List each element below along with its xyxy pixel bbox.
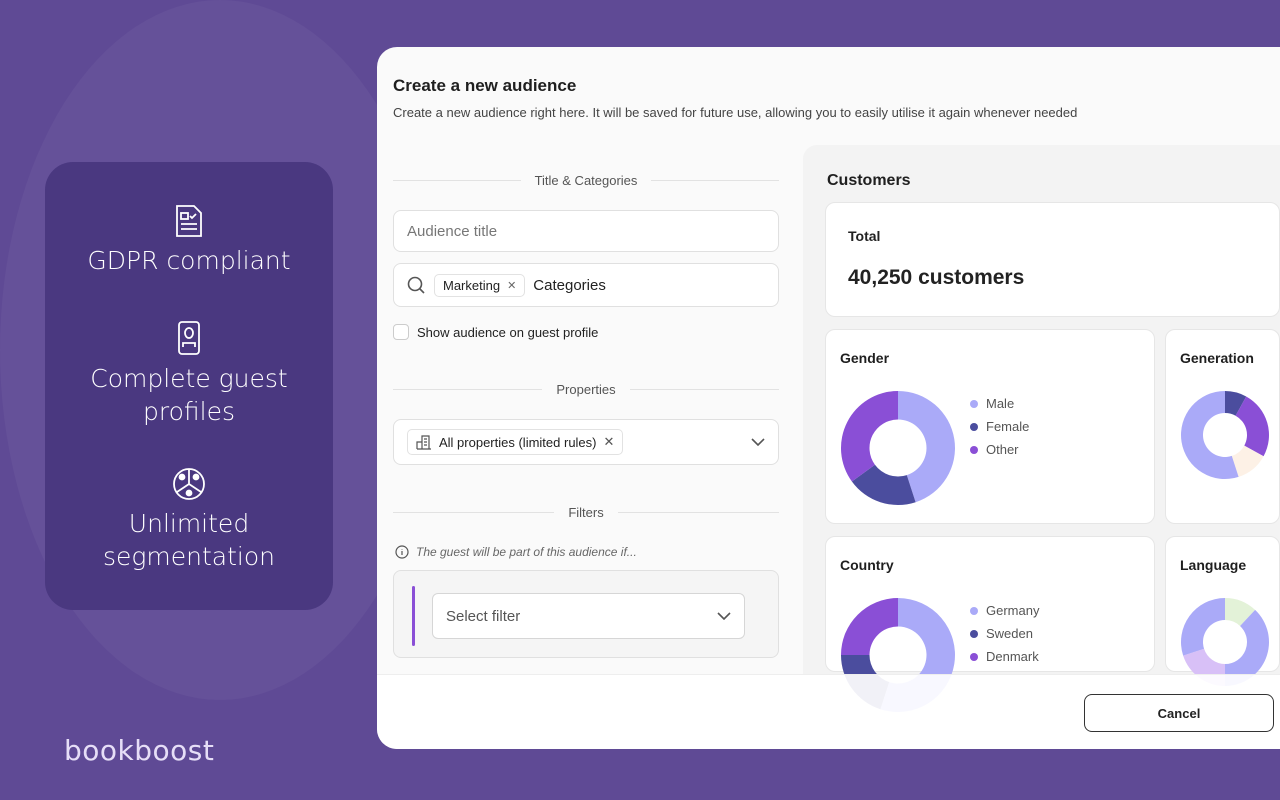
legend-dot: [970, 399, 978, 408]
language-card: Language: [1165, 536, 1280, 686]
create-audience-dialog: Create a new audience Create a new audie…: [377, 47, 1280, 749]
legend-label: Female: [986, 419, 1030, 434]
remove-chip-icon[interactable]: ✕: [604, 434, 615, 450]
show-on-profile-row: Show audience on guest profile: [393, 324, 598, 340]
filters-hint: The guest will be part of this audience …: [395, 545, 637, 559]
chart-legend: Male Female Other: [970, 392, 1029, 461]
total-value: 40,250 customers: [848, 266, 1025, 289]
guest-profile-icon: [178, 321, 200, 355]
gender-card: Gender Male Female Other: [825, 329, 1155, 524]
section-label: Properties: [556, 382, 616, 397]
feature-profiles: Complete guest profiles: [45, 320, 333, 428]
filter-accent-bar: [412, 586, 415, 646]
legend-item: Female: [970, 415, 1029, 438]
filter-group: Select filter: [393, 570, 779, 658]
legend-item: Male: [970, 392, 1029, 415]
chevron-down-icon: [717, 612, 731, 620]
legend-dot: [970, 445, 978, 454]
document-check-icon: [176, 205, 202, 237]
feature-label: GDPR compliant: [87, 246, 291, 275]
generation-card: Generation: [1165, 329, 1280, 524]
donut-slice-denmark: [841, 598, 898, 655]
customers-panel: Customers Total 40,250 customers Gender M…: [803, 145, 1280, 712]
legend-dot: [970, 652, 978, 661]
dialog-footer: Cancel: [377, 674, 1280, 749]
legend-item: Sweden: [970, 622, 1039, 645]
section-label: Filters: [568, 505, 604, 520]
section-label: Title & Categories: [534, 173, 638, 188]
show-on-profile-label: Show audience on guest profile: [417, 324, 599, 340]
chart-title: Gender: [840, 350, 890, 366]
info-icon: [395, 545, 409, 559]
legend-dot: [970, 606, 978, 615]
chart-legend: Germany Sweden Denmark: [970, 599, 1039, 668]
categories-input[interactable]: Marketing ✕ Categories: [393, 263, 779, 307]
feature-gdpr: GDPR compliant: [45, 204, 333, 277]
donut-slice-other: [841, 391, 898, 482]
category-chip: Marketing ✕: [434, 273, 526, 297]
search-icon: [407, 276, 425, 294]
bookboost-logo: bookboost: [64, 734, 215, 767]
property-chip: All properties (limited rules) ✕: [407, 429, 624, 455]
filters-hint-text: The guest will be part of this audience …: [416, 545, 637, 559]
building-icon: [416, 435, 431, 450]
donut-slice: [1181, 598, 1225, 656]
legend-dot: [970, 422, 978, 431]
select-filter-placeholder: Select filter: [446, 607, 521, 625]
legend-label: Other: [986, 442, 1019, 457]
total-label: Total: [848, 228, 881, 244]
legend-item: Other: [970, 438, 1029, 461]
features-panel: GDPR compliant Complete guest profiles U…: [45, 162, 333, 610]
feature-label: Unlimited segmentation: [103, 509, 275, 571]
audience-title-input[interactable]: Audience title: [393, 210, 779, 252]
section-filters: Filters: [393, 505, 779, 520]
legend-label: Male: [986, 396, 1015, 411]
audience-title-placeholder: Audience title: [407, 222, 498, 240]
legend-label: Germany: [986, 603, 1040, 618]
remove-chip-icon[interactable]: ✕: [507, 279, 516, 292]
country-card: Country Germany Sweden Denmark: [825, 536, 1155, 712]
section-properties: Properties: [393, 382, 779, 397]
chip-label: All properties (limited rules): [439, 434, 597, 450]
donut-chart: [841, 391, 955, 505]
segmentation-icon: [173, 468, 205, 500]
dialog-title: Create a new audience: [393, 76, 577, 95]
legend-label: Sweden: [986, 626, 1033, 641]
legend-item: Germany: [970, 599, 1039, 622]
select-filter-dropdown[interactable]: Select filter: [432, 593, 745, 639]
chevron-down-icon: [751, 438, 765, 446]
feature-label: Complete guest profiles: [90, 364, 288, 426]
show-on-profile-checkbox[interactable]: [393, 324, 409, 340]
customers-heading: Customers: [827, 172, 911, 189]
properties-select[interactable]: All properties (limited rules) ✕: [393, 419, 779, 465]
feature-segmentation: Unlimited segmentation: [45, 467, 333, 573]
categories-placeholder: Categories: [533, 276, 606, 294]
donut-chart: [1181, 391, 1269, 479]
dialog-subtitle: Create a new audience right here. It wil…: [393, 105, 1078, 120]
section-title-categories: Title & Categories: [393, 173, 779, 188]
cancel-button[interactable]: Cancel: [1084, 694, 1274, 732]
chart-title: Language: [1180, 557, 1247, 573]
chart-title: Generation: [1180, 350, 1254, 366]
legend-dot: [970, 629, 978, 638]
chip-label: Marketing: [443, 277, 501, 293]
total-card: Total 40,250 customers: [825, 202, 1280, 317]
chart-title: Country: [840, 557, 894, 573]
legend-label: Denmark: [986, 649, 1039, 664]
legend-item: Denmark: [970, 645, 1039, 668]
